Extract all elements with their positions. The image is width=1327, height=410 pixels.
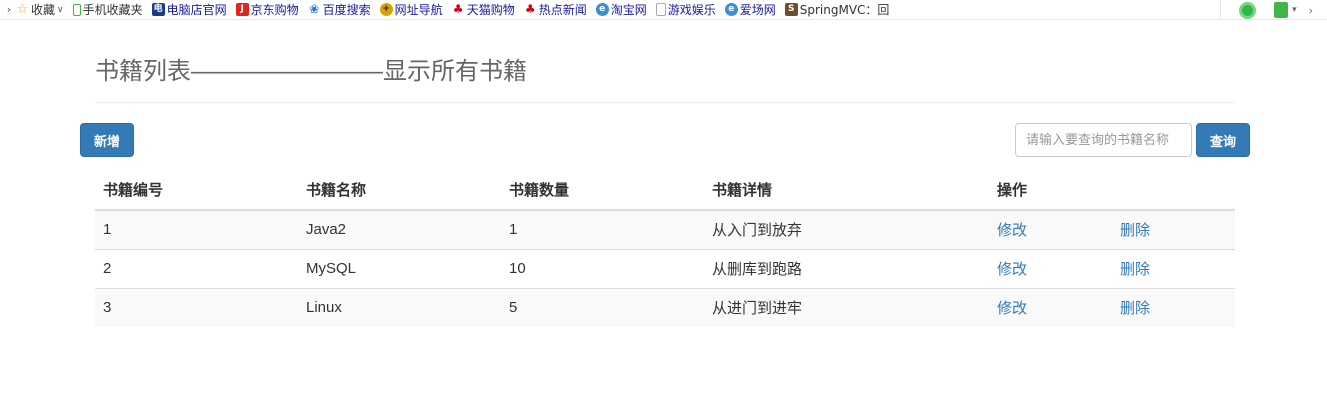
bookmark-aichang[interactable]: e 爱场网 bbox=[724, 1, 776, 18]
edit-link[interactable]: 修改 bbox=[997, 261, 1027, 278]
bookmark-label: 爱场网 bbox=[739, 3, 776, 17]
bookmark-label: 游戏娱乐 bbox=[667, 3, 716, 17]
news-icon: ♣ bbox=[524, 2, 536, 16]
baidu-paw-icon: ❀ bbox=[309, 2, 320, 16]
header-book-id: 书籍编号 bbox=[95, 170, 298, 211]
chevron-right-icon[interactable]: › bbox=[2, 3, 16, 16]
bookmark-label: 热点新闻 bbox=[538, 3, 587, 17]
bookmark-games[interactable]: 游戏娱乐 bbox=[655, 1, 716, 18]
book-count: 5 bbox=[501, 287, 704, 327]
add-book-button[interactable]: 新增 bbox=[80, 123, 134, 157]
bookmark-taobao[interactable]: e 淘宝网 bbox=[595, 1, 647, 18]
bookmark-label: 京东购物 bbox=[250, 3, 299, 17]
table-row: 2 MySQL 10 从删库到跑路 修改 删除 bbox=[95, 248, 1235, 288]
book-id: 3 bbox=[95, 287, 298, 327]
header-actions-extra bbox=[1112, 170, 1235, 211]
book-id: 1 bbox=[95, 209, 298, 249]
book-detail: 从入门到放弃 bbox=[704, 209, 989, 249]
page-icon bbox=[655, 3, 666, 16]
bookmark-jd[interactable]: J 京东购物 bbox=[235, 1, 299, 18]
extensions-area: ▾ › bbox=[1220, 0, 1327, 19]
edit-link[interactable]: 修改 bbox=[997, 222, 1027, 239]
delete-link[interactable]: 删除 bbox=[1120, 222, 1150, 239]
bookmark-nav[interactable]: + 网址导航 bbox=[379, 1, 443, 18]
green-circle-extension-icon[interactable] bbox=[1239, 1, 1257, 19]
edit-link[interactable]: 修改 bbox=[997, 300, 1027, 317]
book-detail: 从删库到跑路 bbox=[704, 248, 989, 288]
chevron-right-icon[interactable]: › bbox=[1309, 4, 1313, 17]
bookmark-favorites[interactable]: ☆ 收藏 ∨ bbox=[16, 1, 64, 18]
header-actions: 操作 bbox=[989, 170, 1112, 211]
bookmark-mobile-favorites[interactable]: 手机收藏夹 bbox=[72, 1, 143, 18]
header-book-detail: 书籍详情 bbox=[704, 170, 989, 211]
bookmark-label: 手机收藏夹 bbox=[82, 3, 143, 17]
book-name: Java2 bbox=[298, 209, 501, 249]
book-count: 1 bbox=[501, 209, 704, 249]
bookmark-tmall[interactable]: ♣ 天猫购物 bbox=[452, 1, 515, 18]
search-button[interactable]: 查询 bbox=[1196, 123, 1250, 157]
bookmark-label: 淘宝网 bbox=[610, 3, 647, 17]
page-title: 书籍列表————————显示所有书籍 bbox=[95, 58, 527, 85]
bookmark-springmvc[interactable]: S SpringMVC：回 bbox=[784, 1, 890, 18]
phone-icon bbox=[72, 3, 81, 16]
chevron-down-icon[interactable]: ∨ bbox=[57, 5, 64, 15]
tmall-icon: ♣ bbox=[452, 2, 464, 16]
header-book-name: 书籍名称 bbox=[298, 170, 501, 211]
ie-icon: e bbox=[724, 3, 738, 16]
jd-logo-icon: J bbox=[235, 3, 249, 16]
page-header: 书籍列表————————显示所有书籍 bbox=[95, 40, 1235, 103]
header-book-count: 书籍数量 bbox=[501, 170, 704, 211]
table-header-row: 书籍编号 书籍名称 书籍数量 书籍详情 操作 bbox=[95, 170, 1235, 211]
delete-link[interactable]: 删除 bbox=[1120, 261, 1150, 278]
nav-plus-icon: + bbox=[379, 3, 393, 16]
delete-link[interactable]: 删除 bbox=[1120, 300, 1150, 317]
book-name: Linux bbox=[298, 287, 501, 327]
bookmark-label: 电脑店官网 bbox=[166, 3, 227, 17]
bookmark-label: SpringMVC：回 bbox=[799, 3, 890, 17]
star-icon: ☆ bbox=[16, 2, 29, 17]
bookmarks-bar: › ☆ 收藏 ∨ 手机收藏夹 电 电脑店官网 J 京东购物 ❀ 百度搜索 + 网… bbox=[0, 0, 1327, 20]
books-table: 书籍编号 书籍名称 书籍数量 书籍详情 操作 1 Java2 1 从入门到放弃 … bbox=[95, 170, 1235, 327]
book-name: MySQL bbox=[298, 248, 501, 288]
book-id: 2 bbox=[95, 248, 298, 288]
book-detail: 从进门到进牢 bbox=[704, 287, 989, 327]
bookmark-label: 天猫购物 bbox=[466, 3, 515, 17]
springmvc-icon: S bbox=[784, 3, 798, 16]
dnd-logo-icon: 电 bbox=[151, 3, 165, 16]
chevron-down-icon[interactable]: ▾ bbox=[1292, 5, 1297, 15]
bookmark-label: 收藏 bbox=[31, 3, 56, 17]
table-row: 3 Linux 5 从进门到进牢 修改 删除 bbox=[95, 287, 1235, 327]
bookmark-label: 百度搜索 bbox=[322, 3, 371, 17]
green-extension-icon[interactable] bbox=[1274, 2, 1289, 18]
search-input[interactable] bbox=[1015, 123, 1192, 157]
bookmark-dnd[interactable]: 电 电脑店官网 bbox=[151, 1, 227, 18]
bookmark-news[interactable]: ♣ 热点新闻 bbox=[524, 1, 587, 18]
bookmark-baidu[interactable]: ❀ 百度搜索 bbox=[308, 1, 371, 18]
table-row: 1 Java2 1 从入门到放弃 修改 删除 bbox=[95, 209, 1235, 249]
bookmark-label: 网址导航 bbox=[394, 3, 443, 17]
book-count: 10 bbox=[501, 248, 704, 288]
ie-icon: e bbox=[595, 3, 609, 16]
